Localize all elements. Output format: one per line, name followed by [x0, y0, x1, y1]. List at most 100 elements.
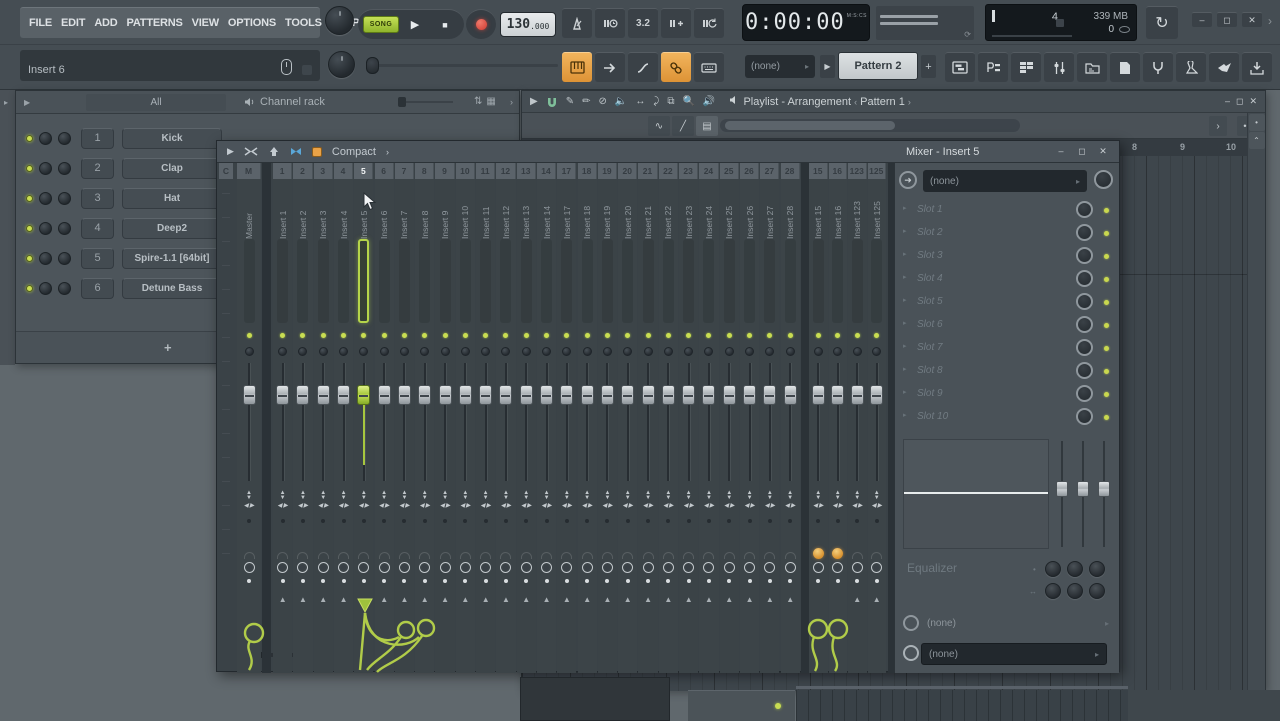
channel-number-button[interactable]: 1 — [81, 128, 114, 149]
effect-slot[interactable]: Slot 5 — [895, 291, 1119, 314]
record-button[interactable] — [466, 9, 496, 39]
mixer-mute-led[interactable] — [720, 327, 739, 343]
disable-routing-icon[interactable] — [244, 146, 258, 157]
mixer-track[interactable]: 24 Insert 24 — [699, 163, 718, 673]
mixer-track[interactable]: 23 Insert 23 — [679, 163, 698, 673]
mixer-pan-controls[interactable] — [740, 485, 759, 515]
slip-tool[interactable]: ↔ — [635, 96, 645, 107]
mixer-mute-led[interactable] — [293, 327, 312, 343]
mixer-sidechain-ring[interactable] — [496, 559, 515, 575]
touch-keyboard-button[interactable] — [562, 52, 592, 82]
mixer-route-dot[interactable] — [679, 575, 698, 587]
input-gain-knob[interactable] — [1094, 170, 1113, 189]
pan-arrows-icon[interactable] — [501, 502, 511, 509]
mixer-route-arrow[interactable] — [829, 595, 848, 615]
plugin-slot-b[interactable]: (none)▸ — [895, 641, 1119, 667]
separation-arrows-icon[interactable] — [604, 491, 610, 501]
note-slide-button[interactable] — [628, 52, 658, 82]
mixer-sidechain-ring[interactable] — [809, 559, 828, 575]
eq-display[interactable] — [903, 439, 1049, 549]
mixer-volume-fader[interactable] — [273, 359, 292, 485]
effect-enable-led[interactable] — [1104, 231, 1109, 236]
mixer-mute-led[interactable] — [517, 327, 536, 343]
mixer-route-arrow[interactable] — [354, 595, 373, 615]
mixer-pan-controls[interactable] — [273, 485, 292, 515]
effect-enable-led[interactable] — [1104, 369, 1109, 374]
mixer-track-number[interactable]: 123 — [848, 163, 867, 179]
mixer-route-arrow[interactable] — [237, 595, 261, 615]
mixer-track[interactable]: 1 Insert 1 — [273, 163, 292, 673]
separation-arrows-icon[interactable] — [361, 491, 367, 501]
separation-arrows-icon[interactable] — [280, 491, 286, 501]
mixer-route-arrow[interactable] — [679, 595, 698, 615]
channel-volume-knob[interactable] — [58, 222, 71, 235]
mixer-volume-fader[interactable] — [638, 359, 657, 485]
mixer-track-number[interactable]: M — [237, 163, 261, 179]
mixer-volume-fader[interactable] — [415, 359, 434, 485]
minimize-button[interactable]: – — [1192, 12, 1212, 27]
fader-handle[interactable] — [831, 385, 844, 405]
pan-arrows-icon[interactable] — [562, 502, 572, 509]
pan-arrows-icon[interactable] — [852, 502, 862, 509]
mixer-mute-led[interactable] — [829, 327, 848, 343]
effect-slot[interactable]: Slot 8 — [895, 360, 1119, 383]
separation-arrows-icon[interactable] — [341, 491, 347, 501]
effect-enable-led[interactable] — [1104, 392, 1109, 397]
mixer-volume-fader[interactable] — [496, 359, 515, 485]
mixer-track-number[interactable]: 18 — [578, 163, 597, 179]
mixer-stereo-knob[interactable] — [435, 343, 454, 359]
mixer-send-knob[interactable] — [618, 541, 637, 559]
mixer-route-arrow[interactable] — [740, 595, 759, 615]
effect-slot[interactable]: Slot 10 — [895, 406, 1119, 429]
separation-arrows-icon[interactable] — [874, 491, 880, 501]
fader-handle[interactable] — [870, 385, 883, 405]
effect-mix-knob[interactable] — [1076, 385, 1093, 402]
mixer-send-knob[interactable] — [395, 541, 414, 559]
mixer-route-arrow[interactable] — [537, 595, 556, 615]
mixer-view-mode[interactable]: Compact — [332, 146, 376, 158]
mixer-stereo-knob[interactable] — [638, 343, 657, 359]
fader-handle[interactable] — [743, 385, 756, 405]
mixer-route-dot[interactable] — [395, 575, 414, 587]
mixer-volume-fader[interactable] — [456, 359, 475, 485]
mixer-send-knob[interactable] — [237, 541, 261, 559]
separation-arrows-icon[interactable] — [401, 491, 407, 501]
mixer-stereo-knob[interactable] — [375, 343, 394, 359]
mixer-minimize-button[interactable]: – — [1053, 146, 1069, 157]
effect-enable-led[interactable] — [1104, 323, 1109, 328]
mixer-route-dot[interactable] — [638, 575, 657, 587]
mixer-stereo-knob[interactable] — [415, 343, 434, 359]
mixer-sidechain-ring[interactable] — [638, 559, 657, 575]
pan-arrows-icon[interactable] — [244, 502, 254, 509]
menu-item-options[interactable]: OPTIONS — [228, 17, 276, 29]
toolbar-overflow-arrow[interactable]: › — [1268, 14, 1272, 28]
mixer-send-knob[interactable] — [659, 541, 678, 559]
pan-arrows-icon[interactable] — [704, 502, 714, 509]
mixer-stereo-knob[interactable] — [237, 343, 261, 359]
mixer-track-number[interactable]: 12 — [496, 163, 515, 179]
channel-enable-led[interactable] — [26, 165, 33, 172]
mixer-pan-controls[interactable] — [517, 485, 536, 515]
playlist-hscroll-thumb[interactable] — [725, 121, 895, 130]
step-edit-button[interactable] — [595, 52, 625, 82]
mixer-stereo-knob[interactable] — [273, 343, 292, 359]
mixer-route-arrow[interactable] — [618, 595, 637, 615]
mixer-send-knob[interactable] — [334, 541, 353, 559]
mixer-send-knob[interactable] — [456, 541, 475, 559]
fader-handle[interactable] — [296, 385, 309, 405]
fader-handle[interactable] — [621, 385, 634, 405]
mixer-route-arrow[interactable] — [848, 595, 867, 615]
playlist-maximize-button[interactable]: ◻ — [1236, 96, 1243, 107]
mixer-route-dot[interactable] — [598, 575, 617, 587]
mixer-track[interactable]: 25 Insert 25 — [720, 163, 739, 673]
mixer-route-arrow[interactable] — [456, 595, 475, 615]
pan-arrows-icon[interactable] — [813, 502, 823, 509]
mixer-send-knob[interactable] — [829, 541, 848, 559]
browser-window-button[interactable] — [1077, 52, 1107, 82]
fader-handle[interactable] — [499, 385, 512, 405]
pencil-tool[interactable]: ✏ — [582, 96, 590, 107]
separation-arrows-icon[interactable] — [422, 491, 428, 501]
separation-arrows-icon[interactable] — [767, 491, 773, 501]
pan-arrows-icon[interactable] — [683, 502, 693, 509]
mixer-track[interactable]: 20 Insert 20 — [618, 163, 637, 673]
